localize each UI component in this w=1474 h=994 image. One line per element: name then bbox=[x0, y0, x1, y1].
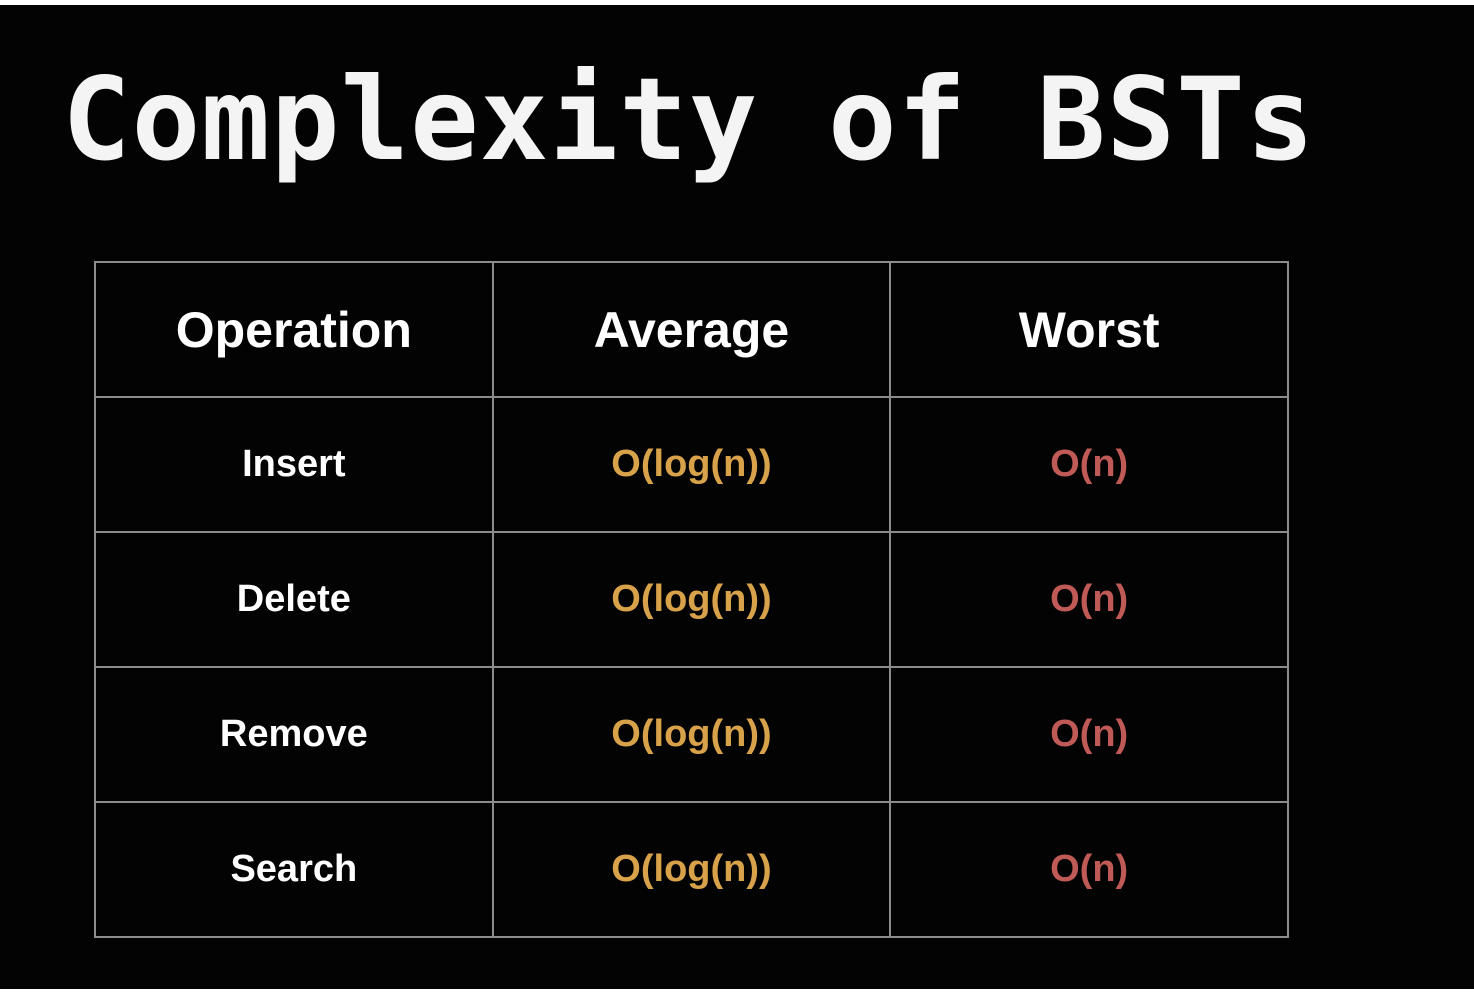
worst-cell: O(n) bbox=[889, 666, 1289, 803]
operation-cell: Delete bbox=[94, 531, 494, 668]
average-cell: O(log(n)) bbox=[491, 531, 892, 668]
slide: Complexity of BSTs Operation Average Wor… bbox=[0, 5, 1474, 989]
slide-title: Complexity of BSTs bbox=[62, 53, 1316, 186]
table-row: Search O(log(n)) O(n) bbox=[94, 801, 1289, 938]
average-cell: O(log(n)) bbox=[491, 396, 892, 533]
table-row: Insert O(log(n)) O(n) bbox=[94, 396, 1289, 533]
operation-cell: Search bbox=[94, 801, 494, 938]
header-operation: Operation bbox=[94, 261, 494, 398]
table-header-row: Operation Average Worst bbox=[94, 261, 1289, 398]
header-average: Average bbox=[491, 261, 892, 398]
worst-cell: O(n) bbox=[889, 396, 1289, 533]
operation-cell: Remove bbox=[94, 666, 494, 803]
average-cell: O(log(n)) bbox=[491, 801, 892, 938]
average-cell: O(log(n)) bbox=[491, 666, 892, 803]
operation-cell: Insert bbox=[94, 396, 494, 533]
header-worst: Worst bbox=[889, 261, 1289, 398]
table-row: Remove O(log(n)) O(n) bbox=[94, 666, 1289, 803]
complexity-table-container: Operation Average Worst Insert O(log(n))… bbox=[94, 261, 1289, 938]
worst-cell: O(n) bbox=[889, 531, 1289, 668]
complexity-table: Operation Average Worst Insert O(log(n))… bbox=[94, 261, 1289, 938]
worst-cell: O(n) bbox=[889, 801, 1289, 938]
table-row: Delete O(log(n)) O(n) bbox=[94, 531, 1289, 668]
